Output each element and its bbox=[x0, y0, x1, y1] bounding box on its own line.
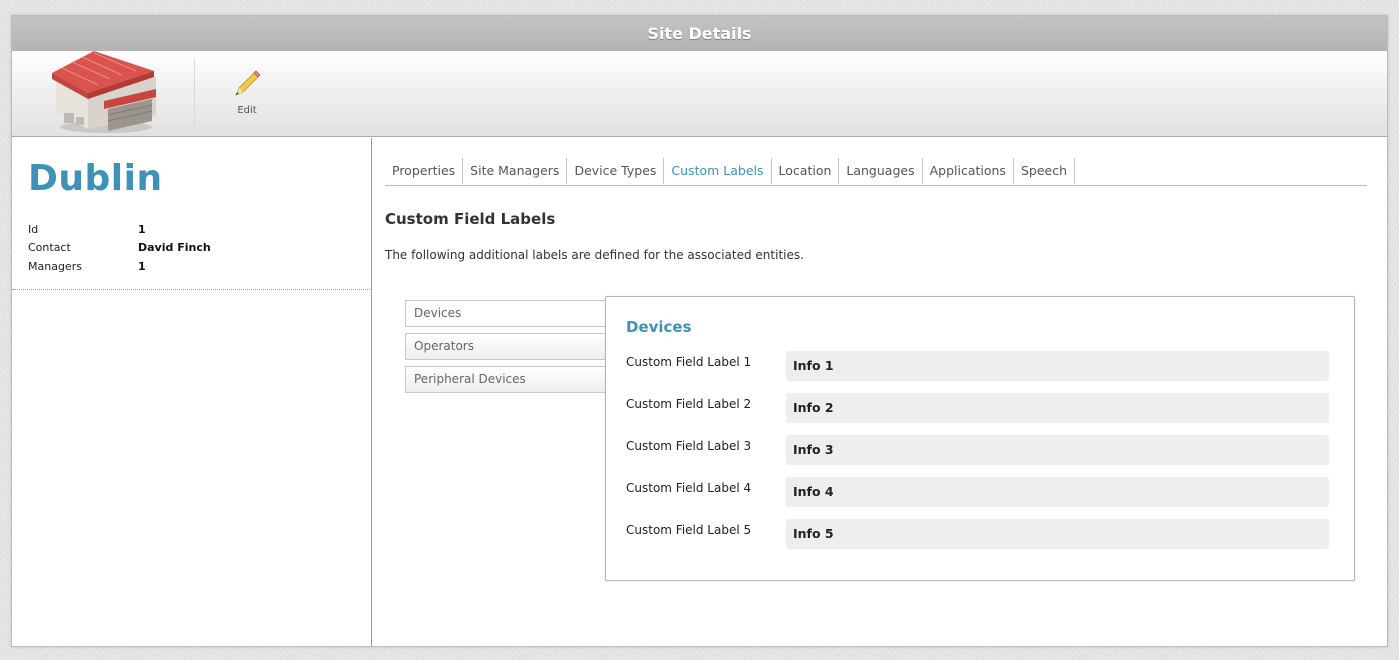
entity-list: Devices Operators Peripheral Devices bbox=[405, 300, 609, 399]
tab-custom-labels[interactable]: Custom Labels bbox=[664, 158, 772, 184]
site-info-row: Contact David Finch bbox=[28, 239, 211, 258]
entity-item-operators[interactable]: Operators bbox=[405, 333, 609, 360]
tab-site-managers[interactable]: Site Managers bbox=[463, 158, 568, 184]
tab-languages[interactable]: Languages bbox=[839, 158, 923, 184]
site-info-key: Id bbox=[28, 222, 39, 236]
site-info-row: Id 1 bbox=[28, 220, 211, 239]
custom-field-label: Custom Field Label 2 bbox=[626, 397, 752, 411]
section-description: The following additional labels are defi… bbox=[385, 248, 804, 262]
custom-field-label: Custom Field Label 3 bbox=[626, 439, 752, 453]
edit-button-label: Edit bbox=[237, 105, 257, 116]
section-title: Custom Field Labels bbox=[385, 210, 556, 228]
detail-title: Devices bbox=[626, 318, 692, 336]
entity-item-devices[interactable]: Devices bbox=[405, 300, 609, 327]
custom-field-row: Custom Field Label 4 Info 4 bbox=[626, 477, 1330, 507]
left-panel-divider bbox=[12, 289, 372, 290]
site-summary-panel: Dublin Id 1 Contact David Finch Managers… bbox=[12, 138, 372, 646]
custom-field-value: Info 2 bbox=[786, 393, 1329, 423]
custom-field-value: Info 3 bbox=[786, 435, 1329, 465]
site-details-window: Site Details Edit Dublin Id 1 Contact Da… bbox=[11, 15, 1388, 647]
tab-bar: Properties Site Managers Device Types Cu… bbox=[385, 158, 1367, 186]
toolbar: Edit bbox=[12, 51, 1387, 137]
site-name: Dublin bbox=[28, 158, 163, 199]
custom-field-value: Info 4 bbox=[786, 477, 1329, 507]
site-info-row: Managers 1 bbox=[28, 257, 211, 276]
warehouse-icon bbox=[48, 51, 160, 135]
site-info-key: Managers bbox=[28, 259, 82, 273]
toolbar-separator bbox=[194, 59, 195, 129]
entity-detail-panel: Devices Custom Field Label 1 Info 1 Cust… bbox=[605, 296, 1355, 581]
site-info-key: Contact bbox=[28, 241, 71, 255]
window-title: Site Details bbox=[12, 16, 1387, 51]
edit-button[interactable]: Edit bbox=[228, 69, 266, 123]
entity-item-peripheral-devices[interactable]: Peripheral Devices bbox=[405, 366, 609, 393]
tab-applications[interactable]: Applications bbox=[923, 158, 1014, 184]
site-info-table: Id 1 Contact David Finch Managers 1 bbox=[28, 220, 211, 276]
custom-field-row: Custom Field Label 3 Info 3 bbox=[626, 435, 1330, 465]
tab-device-types[interactable]: Device Types bbox=[567, 158, 665, 184]
custom-field-label: Custom Field Label 5 bbox=[626, 523, 752, 537]
site-info-value: David Finch bbox=[138, 241, 211, 255]
custom-field-row: Custom Field Label 1 Info 1 bbox=[626, 351, 1330, 381]
tab-properties[interactable]: Properties bbox=[385, 158, 464, 184]
custom-field-value: Info 5 bbox=[786, 519, 1329, 549]
custom-field-label: Custom Field Label 4 bbox=[626, 481, 752, 495]
pencil-icon bbox=[235, 70, 261, 96]
site-info-value: 1 bbox=[138, 259, 146, 273]
custom-field-value: Info 1 bbox=[786, 351, 1329, 381]
tab-speech[interactable]: Speech bbox=[1014, 158, 1075, 184]
custom-field-label: Custom Field Label 1 bbox=[626, 355, 752, 369]
tab-location[interactable]: Location bbox=[772, 158, 840, 184]
custom-field-row: Custom Field Label 2 Info 2 bbox=[626, 393, 1330, 423]
site-info-value: 1 bbox=[138, 222, 146, 236]
custom-field-row: Custom Field Label 5 Info 5 bbox=[626, 519, 1330, 549]
